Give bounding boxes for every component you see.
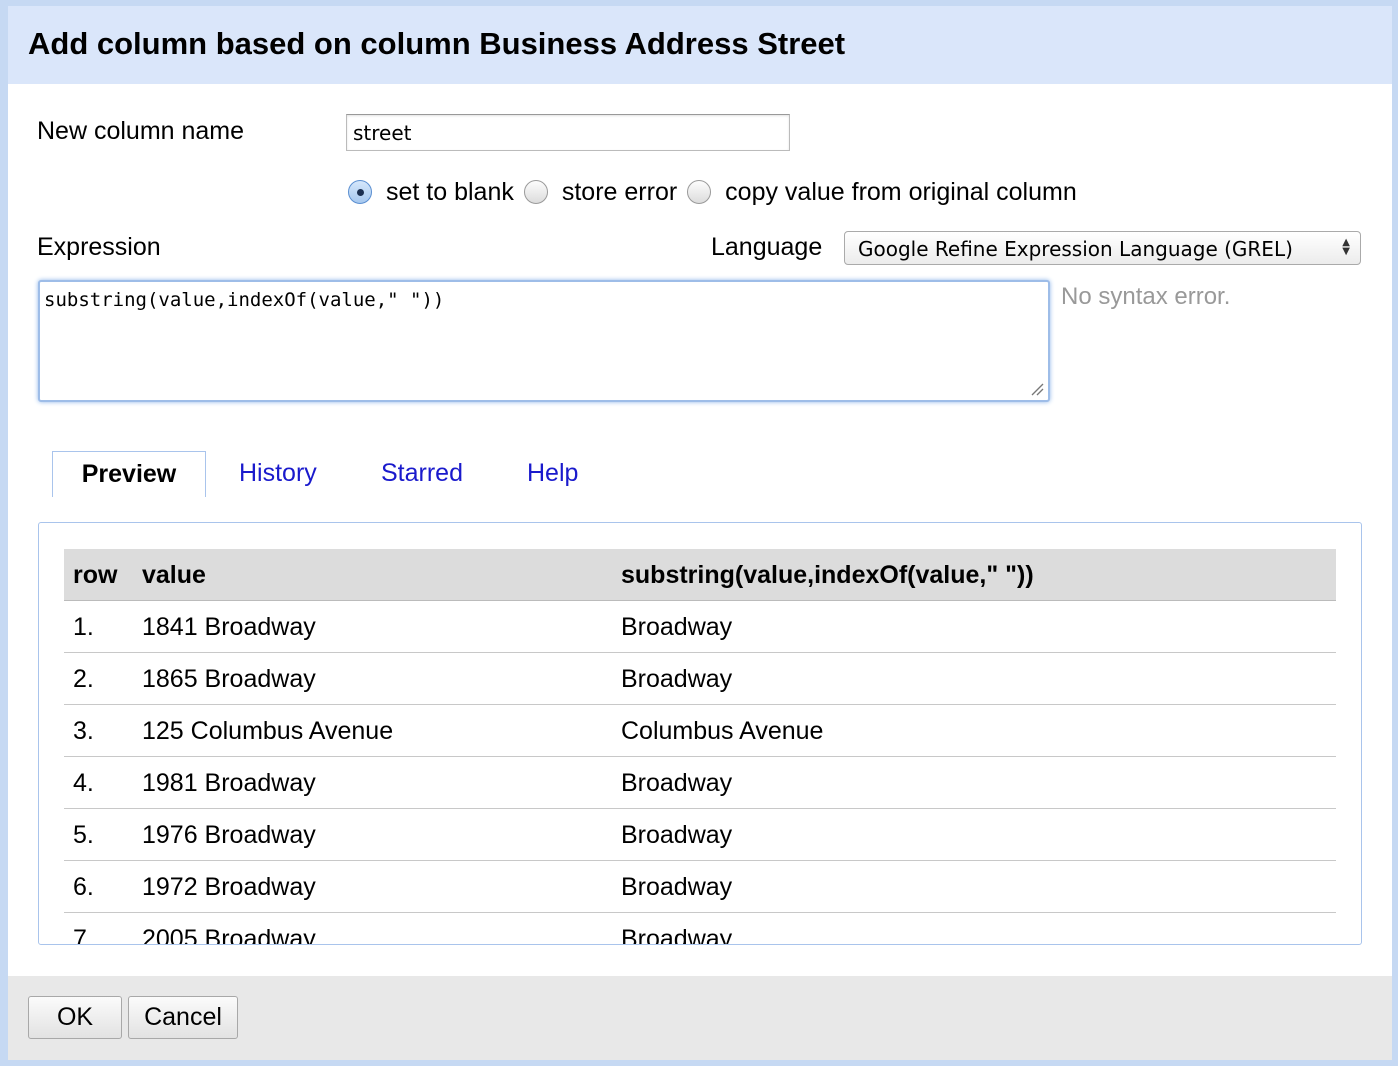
radio-store-error-label: store error [561, 177, 678, 206]
dialog-title: Add column based on column Business Addr… [28, 26, 846, 61]
add-column-dialog: Add column based on column Business Addr… [8, 6, 1392, 1060]
expression-textarea[interactable]: substring(value,indexOf(value," ")) [38, 280, 1050, 402]
row-result: Broadway [621, 873, 733, 901]
preview-table: row value substring(value,indexOf(value,… [64, 549, 1336, 945]
tab-help[interactable]: Help [527, 451, 578, 495]
row-number: 2. [73, 665, 94, 693]
table-header-row: row value substring(value,indexOf(value,… [64, 549, 1336, 601]
dialog-header: Add column based on column Business Addr… [8, 6, 1392, 84]
row-value: 1841 Broadway [142, 613, 316, 641]
radio-copy-value-label: copy value from original column [725, 177, 1077, 206]
language-select[interactable]: Google Refine Expression Language (GREL)… [844, 231, 1361, 265]
new-column-name-input[interactable] [346, 114, 790, 151]
header-expression: substring(value,indexOf(value," ")) [621, 561, 1034, 589]
radio-set-to-blank[interactable]: set to blank [348, 178, 514, 207]
radio-copy-value[interactable]: copy value from original column [687, 178, 1077, 207]
resize-grip-icon[interactable] [1030, 382, 1044, 396]
tab-starred[interactable]: Starred [381, 451, 463, 495]
table-row: 1. 1841 Broadway Broadway [64, 601, 1336, 653]
row-number: 5. [73, 821, 94, 849]
ok-button[interactable]: OK [28, 996, 122, 1039]
syntax-status: No syntax error. [1061, 283, 1231, 310]
dialog-footer: OK Cancel [8, 976, 1392, 1060]
tab-preview[interactable]: Preview [52, 451, 206, 497]
tab-history[interactable]: History [239, 451, 317, 495]
row-result: Broadway [621, 613, 733, 641]
row-number: 7. [73, 925, 94, 945]
table-row: 6. 1972 Broadway Broadway [64, 861, 1336, 913]
row-number: 3. [73, 717, 94, 745]
row-result: Broadway [621, 665, 733, 693]
radio-selected-icon[interactable] [348, 180, 372, 204]
row-result: Columbus Avenue [621, 717, 824, 745]
row-value: 125 Columbus Avenue [142, 717, 394, 745]
select-arrows-icon: ▲ ▼ [1342, 237, 1350, 257]
header-row: row [73, 561, 118, 589]
row-value: 1865 Broadway [142, 665, 316, 693]
language-label: Language [711, 233, 823, 261]
row-number: 6. [73, 873, 94, 901]
header-value: value [142, 561, 206, 589]
row-result: Broadway [621, 925, 733, 945]
row-value: 1981 Broadway [142, 769, 316, 797]
row-value: 2005 Broadway [142, 925, 316, 945]
expression-label: Expression [37, 233, 161, 261]
row-value: 1976 Broadway [142, 821, 316, 849]
table-row: 2. 1865 Broadway Broadway [64, 653, 1336, 705]
table-row: 7. 2005 Broadway Broadway [64, 913, 1336, 945]
row-number: 1. [73, 613, 94, 641]
row-value: 1972 Broadway [142, 873, 316, 901]
new-column-name-label: New column name [37, 117, 245, 145]
row-result: Broadway [621, 821, 733, 849]
language-select-value: Google Refine Expression Language (GREL) [858, 237, 1293, 261]
preview-panel[interactable]: row value substring(value,indexOf(value,… [38, 522, 1362, 945]
table-row: 4. 1981 Broadway Broadway [64, 757, 1336, 809]
table-row: 3. 125 Columbus Avenue Columbus Avenue [64, 705, 1336, 757]
radio-empty-icon[interactable] [687, 180, 712, 204]
on-error-radio-group: set to blank store error copy value from… [348, 176, 1087, 208]
row-number: 4. [73, 769, 94, 797]
cancel-button[interactable]: Cancel [128, 996, 238, 1039]
radio-store-error[interactable]: store error [523, 177, 678, 207]
radio-set-to-blank-label: set to blank [386, 177, 514, 206]
table-row: 5. 1976 Broadway Broadway [64, 809, 1336, 861]
radio-empty-icon[interactable] [523, 180, 548, 204]
row-result: Broadway [621, 769, 733, 797]
